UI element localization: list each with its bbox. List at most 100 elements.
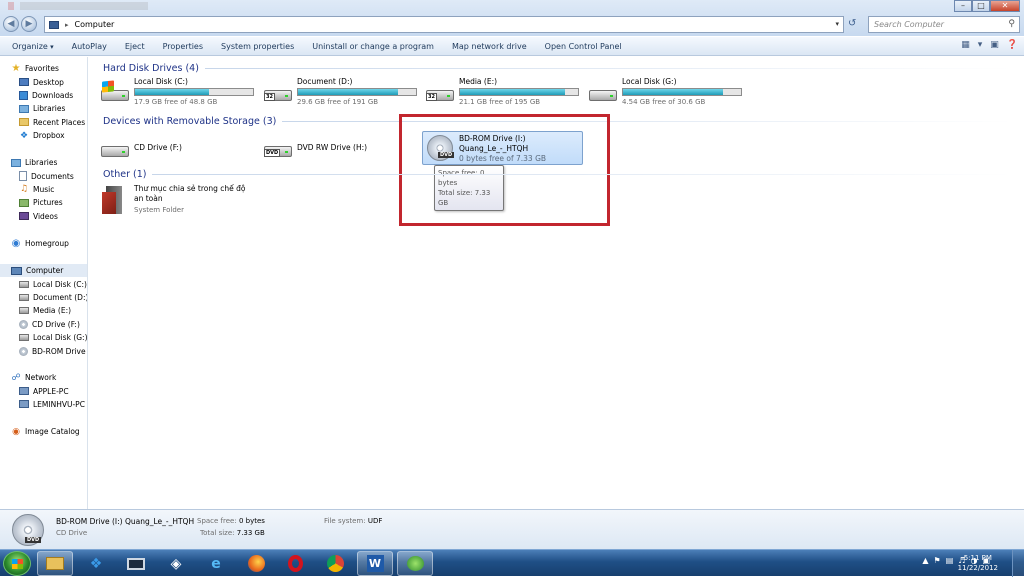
nav-leminhvu-pc[interactable]: LEMINHVU-PC xyxy=(0,398,87,411)
firefox-taskbar-button[interactable] xyxy=(238,551,274,576)
nav-label: Downloads xyxy=(32,90,74,100)
eject-button[interactable]: Eject xyxy=(125,42,145,51)
nav-documents[interactable]: Documents xyxy=(0,169,87,182)
hard-disk-section-header[interactable]: Hard Disk Drives (4) xyxy=(103,61,1013,75)
close-button[interactable]: ✕ xyxy=(990,0,1020,12)
address-bar[interactable]: ▸ Computer ▾ xyxy=(44,16,844,33)
desktop-taskbar-button[interactable] xyxy=(118,551,154,576)
capacity-bar-fill xyxy=(135,89,210,95)
dropbox-taskbar-button[interactable]: ❖ xyxy=(78,551,114,576)
nav-homegroup[interactable]: ◉ Homegroup xyxy=(0,237,87,250)
title-bar: ◀ ▶ ▸ Computer ▾ ↺ Search Computer ⚲ – □… xyxy=(0,0,1024,36)
details-name: BD-ROM Drive (I:) Quang_Le_-_HTQH xyxy=(56,517,195,526)
alienware-taskbar-button[interactable]: ◈ xyxy=(158,551,194,576)
capacity-bar xyxy=(622,88,742,96)
pictures-icon xyxy=(19,198,29,207)
music-icon: ♫ xyxy=(19,184,29,195)
back-button[interactable]: ◀ xyxy=(3,16,19,32)
forward-button[interactable]: ▶ xyxy=(21,16,37,32)
nav-bd-rom-drive[interactable]: BD-ROM Drive ( xyxy=(0,344,88,357)
address-text[interactable]: Computer xyxy=(75,20,115,29)
nav-desktop[interactable]: Desktop xyxy=(0,75,87,88)
word-taskbar-button[interactable]: W xyxy=(357,551,393,576)
value: 7.33 GB xyxy=(236,529,265,537)
nav-apple-pc[interactable]: APPLE-PC xyxy=(0,384,87,397)
navigation-pane: ★ Favorites Desktop Downloads Libraries R… xyxy=(0,57,88,509)
uninstall-program-button[interactable]: Uninstall or change a program xyxy=(312,42,434,51)
drive-media-e[interactable]: 32 Media (E:) 21.1 GB free of 195 GB xyxy=(425,77,585,109)
nav-local-disk-g[interactable]: Local Disk (G:) xyxy=(0,331,87,344)
nav-cd-drive-f[interactable]: CD Drive (F:) xyxy=(0,318,87,331)
open-control-panel-button[interactable]: Open Control Panel xyxy=(545,42,622,51)
change-view-icon[interactable]: ▦ xyxy=(961,40,970,50)
opera-taskbar-button[interactable] xyxy=(277,551,313,576)
nav-music[interactable]: ♫ Music xyxy=(0,183,87,196)
nav-pictures[interactable]: Pictures xyxy=(0,196,87,209)
nav-libraries-fav[interactable]: Libraries xyxy=(0,102,87,115)
drive-local-disk-g[interactable]: Local Disk (G:) 4.54 GB free of 30.6 GB xyxy=(588,77,748,109)
view-dropdown-icon[interactable]: ▾ xyxy=(978,40,983,50)
other-section-header[interactable]: Other (1) xyxy=(103,167,1013,181)
start-button[interactable] xyxy=(3,551,31,576)
show-hidden-icons-icon[interactable]: ▲ xyxy=(922,556,928,565)
nav-dropbox[interactable]: ❖ Dropbox xyxy=(0,129,87,142)
nav-computer[interactable]: Computer xyxy=(0,264,87,278)
drive-document-d[interactable]: 32 Document (D:) 29.6 GB free of 191 GB xyxy=(263,77,423,109)
nav-local-disk-c[interactable]: Local Disk (C:) xyxy=(0,277,87,290)
section-title: Devices with Removable Storage (3) xyxy=(103,115,277,127)
capacity-bar xyxy=(134,88,254,96)
capacity-bar-fill xyxy=(623,89,724,95)
system-properties-button[interactable]: System properties xyxy=(221,42,294,51)
nav-label: CD Drive (F:) xyxy=(32,319,80,329)
action-center-icon[interactable]: ⚑ xyxy=(934,556,941,565)
firefox-icon xyxy=(247,555,265,572)
system-clock[interactable]: 5:11 PM 11/22/2012 xyxy=(958,553,998,573)
show-desktop-button[interactable] xyxy=(1012,550,1024,577)
breadcrumb-arrow-icon[interactable]: ▸ xyxy=(65,21,69,29)
capacity-bar xyxy=(459,88,579,96)
preview-pane-icon[interactable]: ▣ xyxy=(990,40,999,50)
maximize-button[interactable]: □ xyxy=(972,0,990,12)
nav-label: BD-ROM Drive ( xyxy=(32,346,88,356)
nav-libraries[interactable]: Libraries xyxy=(0,156,87,169)
nav-favorites[interactable]: ★ Favorites xyxy=(0,62,87,75)
chrome-icon xyxy=(326,555,344,572)
help-icon[interactable]: ❓ xyxy=(1007,40,1018,50)
properties-button[interactable]: Properties xyxy=(163,42,203,51)
nav-label: Homegroup xyxy=(25,239,69,249)
safe-mode-shared-folder[interactable]: Thư mục chia sẻ trong chế độ an toàn Sys… xyxy=(100,184,260,220)
taskbar: ❖ ◈ e W ▲ ⚑ ▤ ♬ ◑ ▣ 5:11 PM 11/22/2012 xyxy=(0,549,1024,577)
disc-icon xyxy=(19,346,28,356)
chrome-taskbar-button[interactable] xyxy=(317,551,353,576)
search-icon[interactable]: ⚲ xyxy=(1008,19,1015,29)
nav-recent-places[interactable]: Recent Places xyxy=(0,116,87,129)
nav-document-d[interactable]: Document (D:) xyxy=(0,291,87,304)
drive-cd-f[interactable]: CD Drive (F:) xyxy=(100,133,240,165)
search-placeholder: Search Computer xyxy=(874,20,944,29)
hard-drive-icon xyxy=(588,81,618,105)
autoplay-button[interactable]: AutoPlay xyxy=(72,42,107,51)
explorer-taskbar-button[interactable] xyxy=(37,551,73,576)
minimize-button[interactable]: – xyxy=(954,0,972,12)
section-title: Other (1) xyxy=(103,168,147,180)
nav-network[interactable]: ☍ Network xyxy=(0,371,87,384)
documents-icon xyxy=(19,171,27,182)
nav-media-e[interactable]: Media (E:) xyxy=(0,304,87,317)
nav-videos[interactable]: Videos xyxy=(0,210,87,223)
refresh-icon[interactable]: ↺ xyxy=(848,18,856,29)
nav-label: Pictures xyxy=(33,198,63,208)
map-network-drive-button[interactable]: Map network drive xyxy=(452,42,527,51)
organize-menu[interactable]: Organize xyxy=(12,42,54,51)
nav-label: Image Catalog xyxy=(25,427,80,437)
drive-dvd-rw-h[interactable]: DVD DVD RW Drive (H:) xyxy=(263,133,403,165)
drive-local-disk-c[interactable]: Local Disk (C:) 17.9 GB free of 48.8 GB xyxy=(100,77,260,109)
network-status-icon[interactable]: ▤ xyxy=(946,556,954,565)
search-input[interactable]: Search Computer ⚲ xyxy=(868,16,1020,33)
nav-downloads[interactable]: Downloads xyxy=(0,89,87,102)
details-pane: DVD BD-ROM Drive (I:) Quang_Le_-_HTQH CD… xyxy=(0,509,1024,549)
app-taskbar-button[interactable] xyxy=(397,551,433,576)
nav-image-catalog[interactable]: ◉ Image Catalog xyxy=(0,425,87,438)
nav-label: Recent Places xyxy=(33,117,86,127)
address-dropdown-icon[interactable]: ▾ xyxy=(835,20,839,28)
ie-taskbar-button[interactable]: e xyxy=(198,551,234,576)
